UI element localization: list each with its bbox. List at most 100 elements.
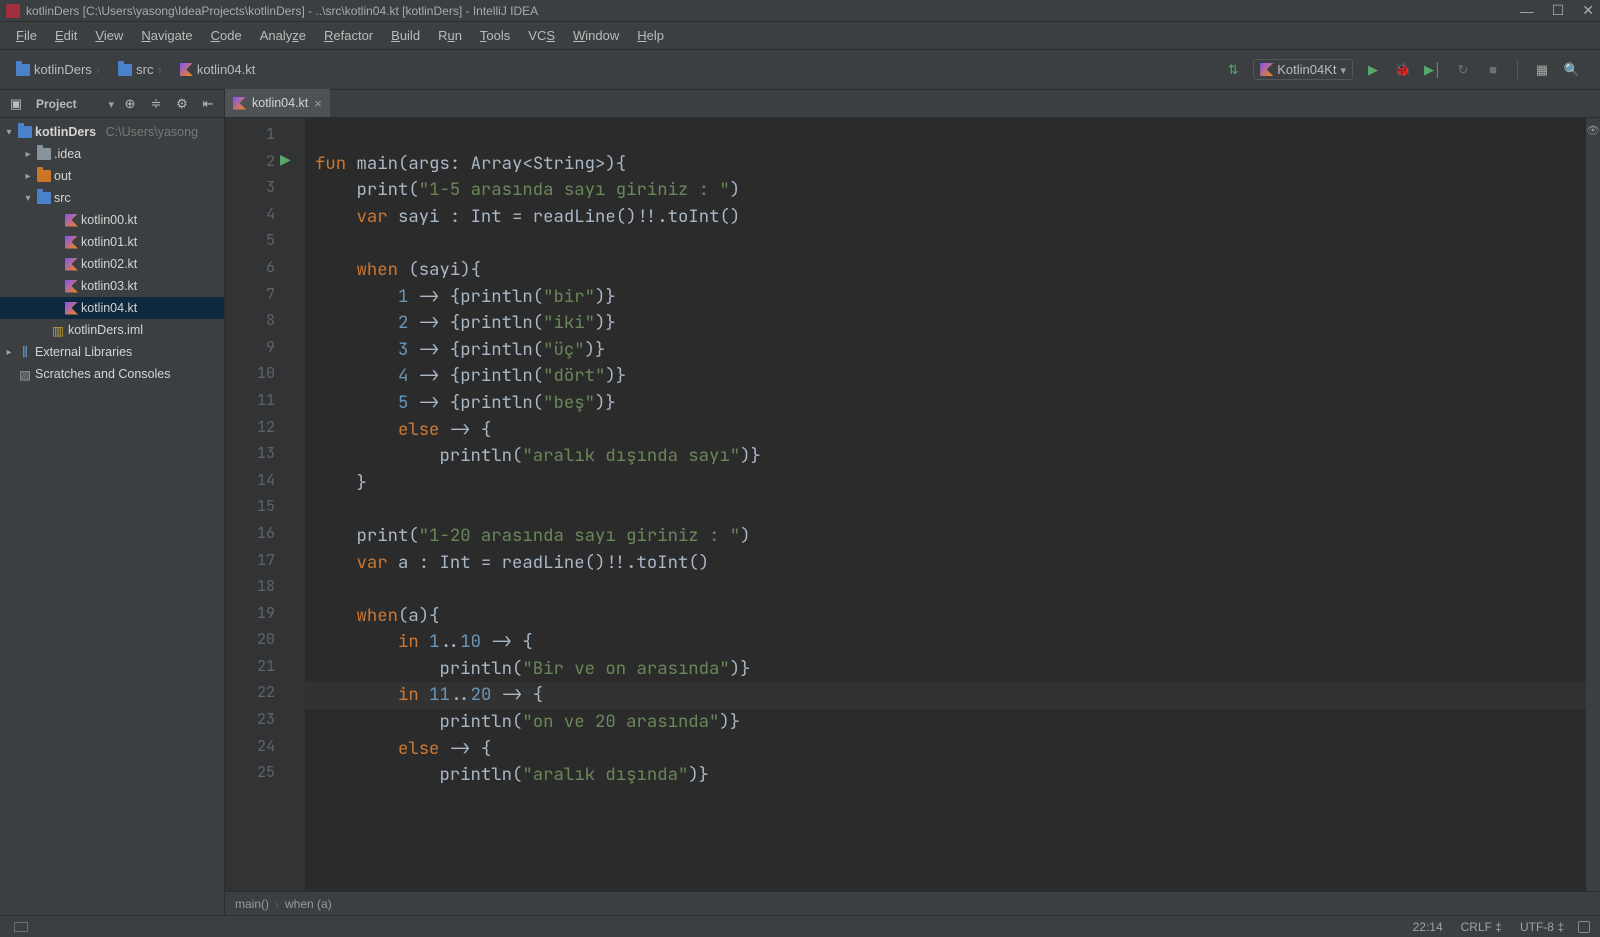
tree-file-kotlin04[interactable]: · kotlin04.kt: [0, 297, 224, 319]
editor-body: 1234567891011121314151617181920212223242…: [225, 118, 1600, 891]
editor-breadcrumb: main() › when (a): [225, 891, 1600, 915]
chevron-right-icon: ›: [96, 62, 100, 77]
close-tab-button[interactable]: ×: [314, 96, 322, 111]
line-separator[interactable]: CRLF ‡: [1461, 920, 1502, 934]
tree-scratches[interactable]: · ▧ Scratches and Consoles: [0, 363, 224, 385]
scratches-icon: ▧: [18, 367, 32, 381]
menu-help[interactable]: Help: [629, 24, 672, 47]
crumb-file[interactable]: kotlin04.kt: [174, 59, 262, 80]
run-config-label: Kotlin04Kt: [1277, 62, 1336, 77]
menu-run[interactable]: Run: [430, 24, 470, 47]
tree-file-kotlin02[interactable]: · kotlin02.kt: [0, 253, 224, 275]
tab-label: kotlin04.kt: [252, 96, 308, 110]
update-running-icon[interactable]: ⇅: [1223, 60, 1243, 80]
run-gutter-icon[interactable]: ▶: [280, 151, 291, 168]
editor-area: kotlin04.kt × 12345678910111213141516171…: [225, 90, 1600, 915]
folder-icon: [37, 148, 51, 160]
line-numbers[interactable]: 1234567891011121314151617181920212223242…: [225, 118, 305, 891]
project-tool-title: Project: [32, 97, 77, 111]
file-encoding[interactable]: UTF-8 ‡: [1520, 920, 1564, 934]
titlebar: kotlinDers [C:\Users\yasong\IdeaProjects…: [0, 0, 1600, 22]
tree-file-kotlin01[interactable]: · kotlin01.kt: [0, 231, 224, 253]
menu-navigate[interactable]: Navigate: [133, 24, 200, 47]
kotlin-file-icon: [65, 258, 78, 271]
debug-button[interactable]: 🐞: [1393, 60, 1413, 80]
library-icon: ⫼: [18, 345, 32, 359]
search-everywhere-button[interactable]: 🔍: [1562, 60, 1582, 80]
project-view-icon[interactable]: ▣: [6, 96, 26, 112]
menu-file[interactable]: File: [8, 24, 45, 47]
menu-vcs[interactable]: VCS: [520, 24, 563, 47]
project-structure-button[interactable]: ▦: [1532, 60, 1552, 80]
kotlin-file-icon: [233, 97, 246, 110]
tree-src[interactable]: ▾ src: [0, 187, 224, 209]
chevron-down-icon[interactable]: [108, 96, 114, 111]
kotlin-file-icon: [1260, 63, 1273, 76]
tree-root-path: C:\Users\yasong: [106, 125, 198, 139]
menu-window[interactable]: Window: [565, 24, 627, 47]
folder-icon: [37, 192, 51, 204]
kotlin-file-icon: [65, 236, 78, 249]
collapse-button[interactable]: ≑: [146, 96, 166, 112]
navigation-bar: kotlinDers › src › kotlin04.kt ⇅ Kotlin0…: [0, 50, 1600, 90]
coverage-button[interactable]: ▶│: [1423, 60, 1443, 80]
rerun-button[interactable]: ↻: [1453, 60, 1473, 80]
window-controls: — ☐ ✕: [1520, 2, 1594, 19]
stop-button[interactable]: ■: [1483, 60, 1503, 80]
crumb-src[interactable]: src ›: [112, 59, 168, 80]
tree-iml[interactable]: · ▥ kotlinDers.iml: [0, 319, 224, 341]
tree-out[interactable]: ▸ out: [0, 165, 224, 187]
run-button[interactable]: ▶: [1363, 60, 1383, 80]
editor-gutter[interactable]: 1234567891011121314151617181920212223242…: [225, 118, 305, 891]
project-tool-header: ▣ Project ⊕ ≑ ⚙ ⇤: [0, 90, 224, 118]
folder-icon: [118, 64, 132, 76]
chevron-down-icon: [1340, 62, 1346, 77]
crumb-src-label: src: [136, 62, 153, 77]
menu-refactor[interactable]: Refactor: [316, 24, 381, 47]
crumb-project-label: kotlinDers: [34, 62, 92, 77]
menu-tools[interactable]: Tools: [472, 24, 518, 47]
menu-view[interactable]: View: [87, 24, 131, 47]
scope-main[interactable]: main(): [235, 897, 269, 911]
main-row: ▣ Project ⊕ ≑ ⚙ ⇤ ▾ kotlinDers C:\Users\…: [0, 90, 1600, 915]
tree-file-kotlin03[interactable]: · kotlin03.kt: [0, 275, 224, 297]
module-icon: [18, 126, 32, 138]
tree-external-libraries[interactable]: ▸ ⫼ External Libraries: [0, 341, 224, 363]
chevron-right-icon: ›: [157, 62, 161, 77]
tree-file-kotlin00[interactable]: · kotlin00.kt: [0, 209, 224, 231]
minimize-button[interactable]: —: [1520, 3, 1534, 19]
tab-kotlin04[interactable]: kotlin04.kt ×: [225, 89, 330, 117]
kotlin-file-icon: [180, 63, 193, 76]
crumb-project[interactable]: kotlinDers ›: [10, 59, 106, 80]
app-icon: [6, 4, 20, 18]
menu-analyze[interactable]: Analyze: [252, 24, 314, 47]
run-config-selector[interactable]: Kotlin04Kt: [1253, 59, 1353, 80]
tree-root[interactable]: ▾ kotlinDers C:\Users\yasong: [0, 121, 224, 143]
menu-code[interactable]: Code: [203, 24, 250, 47]
locate-button[interactable]: ⊕: [120, 96, 140, 112]
maximize-button[interactable]: ☐: [1552, 2, 1565, 19]
menubar: File Edit View Navigate Code Analyze Ref…: [0, 22, 1600, 50]
scope-when[interactable]: when (a): [285, 897, 332, 911]
inspections-icon[interactable]: 👁: [1586, 124, 1600, 137]
project-tool-window: ▣ Project ⊕ ≑ ⚙ ⇤ ▾ kotlinDers C:\Users\…: [0, 90, 225, 915]
project-tree[interactable]: ▾ kotlinDers C:\Users\yasong ▸ .idea ▸ o…: [0, 118, 224, 915]
code-editor[interactable]: fun main(args: Array<String>){ print("1-…: [305, 118, 1586, 891]
kotlin-file-icon: [65, 280, 78, 293]
tree-idea[interactable]: ▸ .idea: [0, 143, 224, 165]
hide-button[interactable]: ⇤: [198, 96, 218, 112]
folder-icon: [16, 64, 30, 76]
close-button[interactable]: ✕: [1582, 2, 1594, 19]
separator: [1517, 60, 1518, 80]
run-toolbar: ⇅ Kotlin04Kt ▶ 🐞 ▶│ ↻ ■ ▦ 🔍: [1223, 59, 1582, 80]
caret-position[interactable]: 22:14: [1413, 920, 1443, 934]
menu-edit[interactable]: Edit: [47, 24, 85, 47]
breadcrumb: kotlinDers › src › kotlin04.kt: [10, 59, 1223, 80]
statusbar: 22:14 CRLF ‡ UTF-8 ‡: [0, 915, 1600, 937]
readonly-lock-icon[interactable]: [1578, 921, 1590, 933]
crumb-file-label: kotlin04.kt: [197, 62, 256, 77]
menu-build[interactable]: Build: [383, 24, 428, 47]
tool-window-toggle[interactable]: [14, 922, 28, 932]
window-title: kotlinDers [C:\Users\yasong\IdeaProjects…: [26, 4, 1520, 18]
settings-gear-icon[interactable]: ⚙: [172, 96, 192, 112]
